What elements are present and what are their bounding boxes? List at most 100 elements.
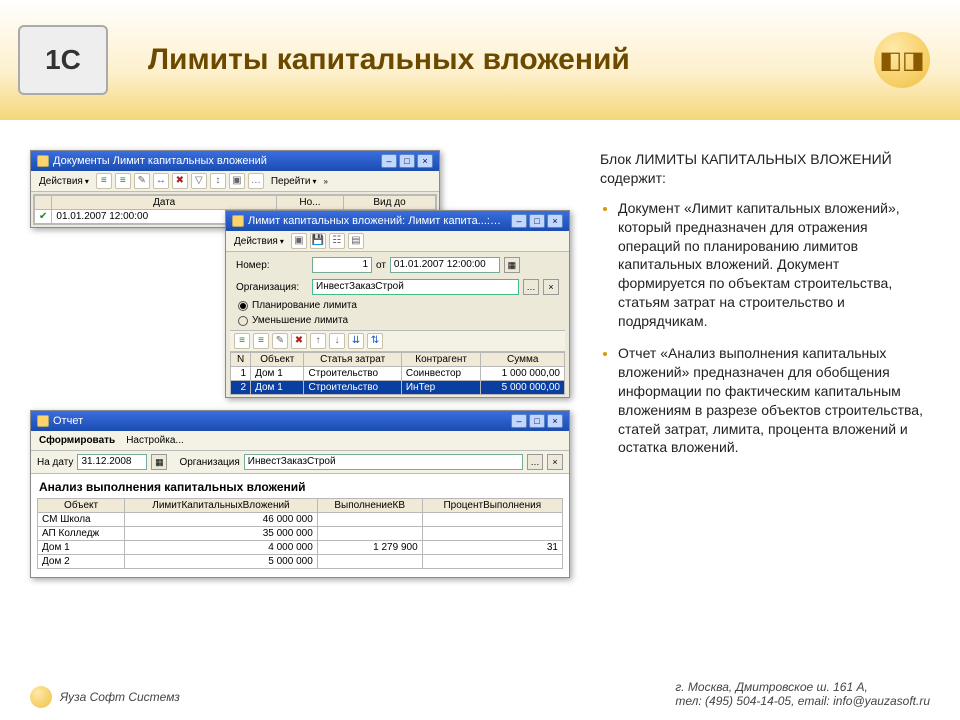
col-kind[interactable]: Вид до [344,196,436,210]
post-icon[interactable]: ▣ [291,233,307,249]
maximize-button[interactable]: □ [399,154,415,168]
edit-icon[interactable]: ✎ [134,173,150,189]
titlebar[interactable]: Лимит капитальных вложений: Лимит капита… [226,211,569,231]
col-obj[interactable]: Объект [251,353,304,367]
refresh-icon[interactable]: ↔ [153,173,169,189]
radio-decrease-row[interactable]: Уменьшение лимита [230,313,565,328]
from-date-field[interactable]: 01.01.2007 12:00:00 [390,257,500,273]
number-label: Номер: [236,260,308,271]
org-label: Организация [179,457,239,468]
col-done[interactable]: ВыполнениеКВ [317,499,422,513]
actions-label: Действия [39,176,83,187]
calendar-icon[interactable]: ▦ [504,257,520,273]
slide-footer: Яуза Софт Системз г. Москва, Дмитровское… [30,680,930,708]
window-title: Лимит капитальных вложений: Лимит капита… [248,215,507,227]
grid-add-icon[interactable]: ≡ [234,333,250,349]
bullet-item: Отчет «Анализ выполнения капитальных вло… [618,343,930,457]
grid-edit-icon[interactable]: ✎ [272,333,288,349]
titlebar[interactable]: Документы Лимит капитальных вложений – □… [31,151,439,171]
structure-icon[interactable]: ☷ [329,233,345,249]
org-field[interactable]: ИнвестЗаказСтрой [312,279,519,295]
sort-icon[interactable]: ↕ [210,173,226,189]
minimize-button[interactable]: – [381,154,397,168]
clear-button[interactable]: × [547,454,563,470]
window-title: Документы Лимит капитальных вложений [53,155,377,167]
grid-copy-icon[interactable]: ≡ [253,333,269,349]
select-button[interactable]: … [523,279,539,295]
grid-up-icon[interactable]: ↑ [310,333,326,349]
maximize-button[interactable]: □ [529,214,545,228]
org-field[interactable]: ИнвестЗаказСтрой [244,454,523,470]
col-num[interactable]: Но... [276,196,343,210]
grid-fill-icon[interactable]: ⇊ [348,333,364,349]
col-date[interactable]: Дата [52,196,277,210]
toolbar: Сформировать Настройка... [31,431,569,451]
on-date-field[interactable]: 31.12.2008 [77,454,147,470]
grid-sort-icon[interactable]: ⇅ [367,333,383,349]
maximize-button[interactable]: □ [529,414,545,428]
radio-decrease-label: Уменьшение лимита [252,315,348,326]
minimize-button[interactable]: – [511,414,527,428]
copy-icon[interactable]: ≡ [115,173,131,189]
post-icon[interactable]: ▣ [229,173,245,189]
table-row[interactable]: Дом 25 000 000 [38,555,563,569]
col-n[interactable]: N [231,353,251,367]
toolbar: Действия▾ ≡ ≡ ✎ ↔ ✖ ▽ ↕ ▣ … Перейти▾ » [31,171,439,192]
radio-plan[interactable] [238,301,248,311]
filter-icon[interactable]: ▽ [191,173,207,189]
col-sum[interactable]: Сумма [481,353,565,367]
more-icon[interactable]: … [248,173,264,189]
goto-menu[interactable]: Перейти▾ [267,174,321,189]
radio-plan-row[interactable]: Планирование лимита [230,298,565,313]
params-row: На дату 31.12.2008 ▦ Организация ИнвестЗ… [31,451,569,474]
select-button[interactable]: … [527,454,543,470]
table-row[interactable]: СМ Школа46 000 000 [38,513,563,527]
close-button[interactable]: × [417,154,433,168]
col-contr[interactable]: Контрагент [401,353,481,367]
window-document-form: Лимит капитальных вложений: Лимит капита… [225,210,570,398]
number-row: Номер: 1 от 01.01.2007 12:00:00 ▦ [230,254,565,276]
radio-decrease[interactable] [238,316,248,326]
close-button[interactable]: × [547,414,563,428]
radio-plan-label: Планирование лимита [252,300,357,311]
grid-delete-icon[interactable]: ✖ [291,333,307,349]
titlebar[interactable]: Отчет – □ × [31,411,569,431]
minimize-button[interactable]: – [511,214,527,228]
table-row[interactable]: 2Дом 1СтроительствоИнТер5 000 000,00 [231,381,565,395]
slide-header: 1C Лимиты капитальных вложений ◧◨ [0,0,960,120]
col-obj[interactable]: Объект [38,499,125,513]
module-badge-icon: ◧◨ [874,32,930,88]
clear-button[interactable]: × [543,279,559,295]
form-button[interactable]: Сформировать [35,433,119,448]
table-row[interactable]: Дом 14 000 0001 279 90031 [38,541,563,555]
grid-toolbar: ≡ ≡ ✎ ✖ ↑ ↓ ⇊ ⇅ [230,330,565,352]
report-title: Анализ выполнения капитальных вложений [31,474,569,496]
actions-menu[interactable]: Действия▾ [230,234,288,249]
table-row[interactable]: 1Дом 1СтроительствоСоинвестор1 000 000,0… [231,367,565,381]
window-report: Отчет – □ × Сформировать Настройка... На… [30,410,570,578]
delete-icon[interactable]: ✖ [172,173,188,189]
add-icon[interactable]: ≡ [96,173,112,189]
close-button[interactable]: × [547,214,563,228]
logo-1c: 1C [18,25,108,95]
col-limit[interactable]: ЛимитКапитальныхВложений [125,499,318,513]
overflow-icon[interactable]: » [323,177,327,186]
slide-title: Лимиты капитальных вложений [148,43,630,77]
calendar-icon[interactable]: ▦ [151,454,167,470]
table-row[interactable]: АП Колледж35 000 000 [38,527,563,541]
report-grid[interactable]: Объект ЛимитКапитальныхВложений Выполнен… [37,498,563,569]
number-field[interactable]: 1 [312,257,372,273]
app-icon [37,155,49,167]
app-icon [232,215,244,227]
col-cost[interactable]: Статья затрат [304,353,401,367]
save-icon[interactable]: 💾 [310,233,326,249]
company-name: Яуза Софт Системз [60,690,180,704]
col-pct[interactable]: ПроцентВыполнения [422,499,562,513]
actions-menu[interactable]: Действия▾ [35,174,93,189]
grid-down-icon[interactable]: ↓ [329,333,345,349]
app-icon [37,415,49,427]
report-icon[interactable]: ▤ [348,233,364,249]
settings-button[interactable]: Настройка... [122,433,188,448]
screenshots-area: Документы Лимит капитальных вложений – □… [30,150,570,610]
lines-grid[interactable]: N Объект Статья затрат Контрагент Сумма … [230,352,565,395]
